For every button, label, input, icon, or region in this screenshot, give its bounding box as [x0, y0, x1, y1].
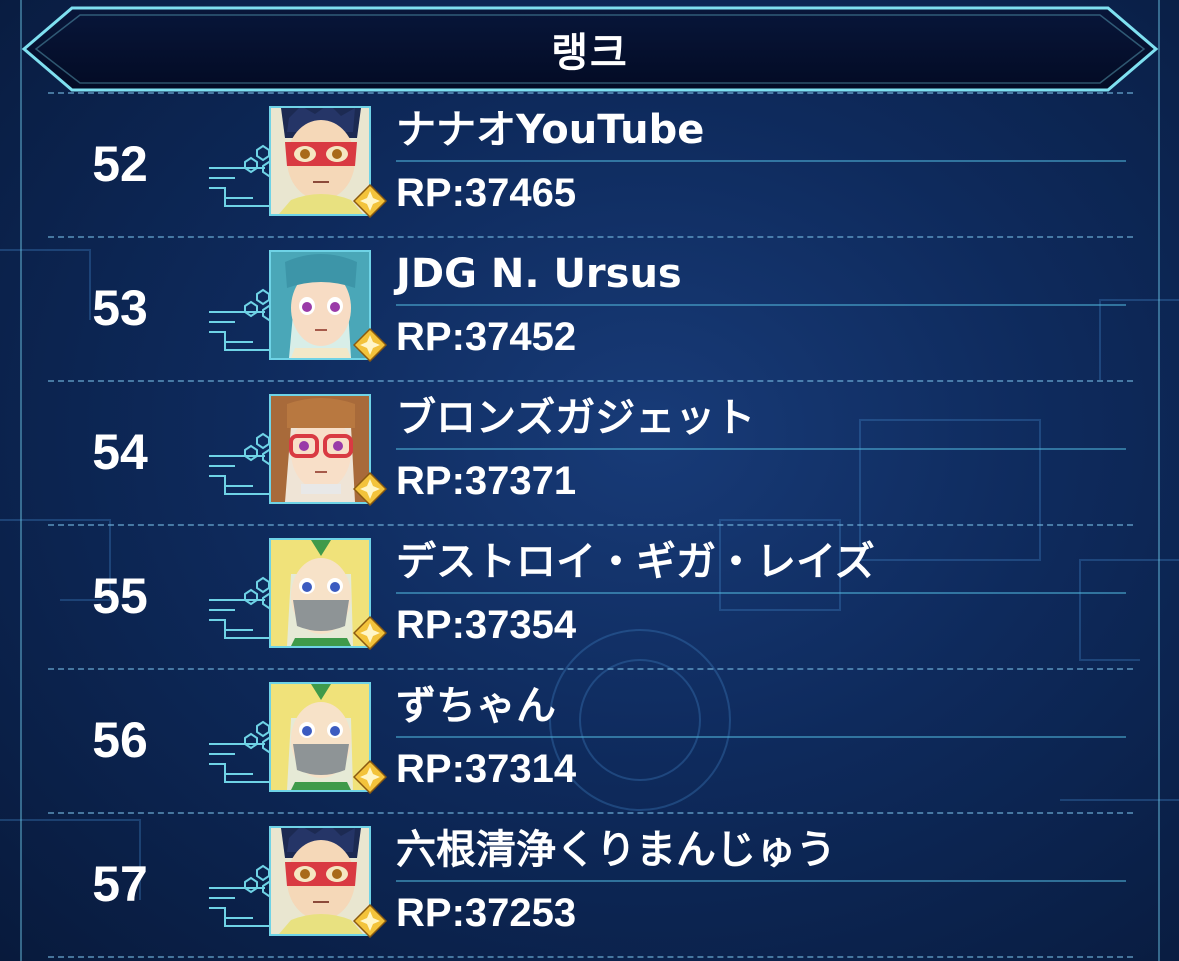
- circuit-panel-icon: [209, 720, 275, 783]
- page-title: 랭크: [551, 30, 629, 76]
- circuit-panel-icon: [209, 144, 275, 207]
- circuit-panel-icon: [209, 288, 275, 351]
- ranking-row-56[interactable]: 56 ずちゃん RP:37314: [0, 668, 1179, 812]
- rank-points: RP:37371: [396, 459, 577, 503]
- player-name: ナナオYouTube: [396, 107, 705, 153]
- rank-points: RP:37452: [396, 315, 577, 359]
- rank-points: RP:37465: [396, 171, 577, 215]
- rank-points: RP:37314: [396, 747, 577, 791]
- rank-number: 55: [92, 568, 148, 624]
- circuit-panel-icon: [209, 432, 275, 495]
- row-accent-line: [396, 448, 1126, 450]
- player-name: ブロンズガジェット: [396, 395, 756, 441]
- gold-diamond-rank-icon: [353, 616, 387, 650]
- ranking-row-57[interactable]: 57 六根清浄くりまんじゅう RP:37253: [0, 812, 1179, 956]
- player-avatar[interactable]: [205, 106, 387, 218]
- rank-points: RP:37253: [396, 891, 577, 935]
- ranking-row-55[interactable]: 55 デストロイ・ギガ・レイズ RP:37354: [0, 524, 1179, 668]
- gold-diamond-rank-icon: [353, 904, 387, 938]
- rank-number: 57: [92, 856, 148, 912]
- player-avatar[interactable]: [205, 826, 387, 938]
- ranking-header: 랭크: [20, 6, 1160, 92]
- ranking-row-52[interactable]: 52 ナナオYouTube RP:37465: [0, 92, 1179, 236]
- circuit-panel-icon: [209, 576, 275, 639]
- circuit-panel-icon: [209, 864, 275, 927]
- rank-number: 54: [92, 424, 148, 480]
- player-avatar[interactable]: [205, 394, 387, 506]
- rank-number: 52: [92, 136, 148, 192]
- player-avatar[interactable]: [205, 250, 387, 362]
- gold-diamond-rank-icon: [353, 184, 387, 218]
- gold-diamond-rank-icon: [353, 760, 387, 794]
- row-accent-line: [396, 160, 1126, 162]
- player-avatar[interactable]: [205, 538, 387, 650]
- gold-diamond-rank-icon: [353, 472, 387, 506]
- player-name: 六根清浄くりまんじゅう: [396, 827, 836, 873]
- rank-points: RP:37354: [396, 603, 577, 647]
- player-name: ずちゃん: [396, 683, 556, 729]
- player-name: デストロイ・ギガ・レイズ: [396, 539, 875, 585]
- row-accent-line: [396, 736, 1126, 738]
- row-accent-line: [396, 592, 1126, 594]
- gold-diamond-rank-icon: [353, 328, 387, 362]
- player-name: JDG N. Ursus: [396, 251, 682, 297]
- ranking-row-54[interactable]: 54 ブロンズガジェット RP:37371: [0, 380, 1179, 524]
- row-accent-line: [396, 304, 1126, 306]
- rank-number: 56: [92, 712, 148, 768]
- ranking-row-53[interactable]: 53 JDG N. Ursus RP:37452: [0, 236, 1179, 380]
- rank-number: 53: [92, 280, 148, 336]
- row-divider: [48, 956, 1133, 958]
- row-accent-line: [396, 880, 1126, 882]
- player-avatar[interactable]: [205, 682, 387, 794]
